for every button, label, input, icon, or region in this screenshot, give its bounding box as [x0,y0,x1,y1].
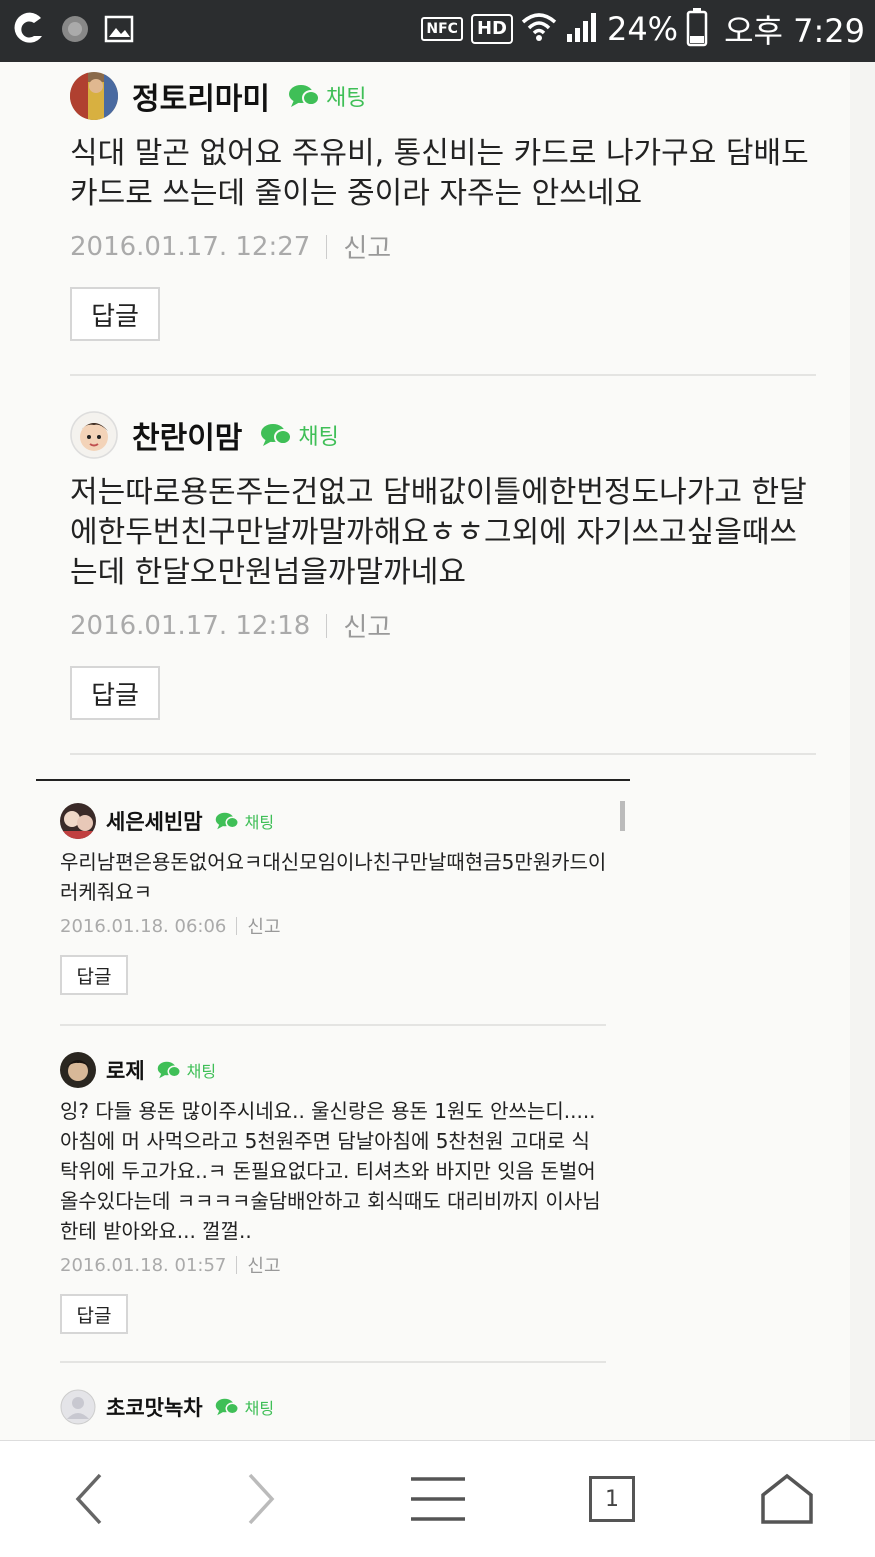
author-name[interactable]: 로제 [106,1055,145,1085]
browser-bottom-bar: 1 [0,1440,875,1557]
menu-button[interactable] [378,1441,498,1557]
app-notification-icon [8,10,46,52]
chat-label: 채팅 [244,813,275,832]
author-name[interactable]: 세은세빈맘 [106,806,203,836]
chat-link[interactable]: 채팅 [157,1058,216,1082]
chat-label: 채팅 [244,1399,275,1418]
chat-link[interactable]: 채팅 [260,419,339,451]
tabs-icon: 1 [589,1476,635,1522]
chat-bubble-icon [261,424,293,446]
avatar[interactable] [70,411,118,459]
reply-button[interactable]: 답글 [60,955,128,995]
comment-list: 정토리마미 채팅 식대 말곤 없어요 주유비, 통신비는 카드로 나가구요 담배… [0,62,850,1440]
wifi-icon [521,12,557,46]
report-link[interactable]: 신고 [247,1252,280,1278]
chat-bubble-icon [157,1061,181,1079]
meta-divider [326,613,328,638]
comment-item: 초코맛녹차 채팅 [60,1389,610,1425]
comment-date: 2016.01.18. 01:57 [60,1254,227,1276]
comment-date: 2016.01.17. 12:27 [70,231,311,262]
comment-item: 로제 채팅 잉? 다들 용돈 많이주시네요.. 울신랑은 용돈 1원도 안쓰는디… [60,1052,610,1334]
chevron-left-icon [75,1473,102,1525]
avatar[interactable] [60,1052,96,1088]
avatar[interactable] [60,803,96,839]
comment-item: 정토리마미 채팅 식대 말곤 없어요 주유비, 통신비는 카드로 나가구요 담배… [70,72,830,341]
chat-label: 채팅 [326,86,367,111]
comment-text: 식대 말곤 없어요 주유비, 통신비는 카드로 나가구요 담배도 카드로 쓰는데… [70,136,809,211]
avatar[interactable] [60,1389,96,1425]
chat-label: 채팅 [298,425,339,450]
reply-button[interactable]: 답글 [70,287,160,341]
chat-link[interactable]: 채팅 [215,809,274,833]
comment-divider [70,374,816,376]
comment-divider [60,1024,606,1026]
chat-label: 채팅 [186,1062,217,1081]
comment-date: 2016.01.17. 12:18 [70,610,311,641]
hd-voice-icon: HD [470,14,513,44]
image-notification-icon [104,14,134,48]
battery-percent: 24% [606,10,679,48]
clock: 오후 7:29 [724,12,865,50]
chat-bubble-icon [289,85,320,107]
meta-divider [236,1256,238,1274]
author-name[interactable]: 찬란이맘 [132,413,242,457]
home-icon [761,1473,813,1524]
chat-link[interactable]: 채팅 [288,80,366,112]
author-name[interactable]: 정토리마미 [132,74,270,118]
menu-icon [411,1477,465,1521]
status-bar: NFC HD 24% 오후 7:29 [0,0,875,62]
chevron-right-icon [248,1473,275,1525]
comment-divider [70,753,816,755]
report-link[interactable]: 신고 [343,228,391,265]
chat-bubble-icon [215,1398,239,1416]
chat-link[interactable]: 채팅 [215,1395,274,1419]
reply-button[interactable]: 답글 [60,1294,128,1334]
tabs-button[interactable]: 1 [552,1441,672,1557]
chat-bubble-icon [215,812,239,830]
meta-divider [236,917,238,935]
comment-text: 우리남편은용돈없어요ㅋ대신모임이나친구만날때현금5만원카드이러케줘요ㅋ [60,850,607,904]
comment-text: 저는따로용돈주는건없고 담배값이틀에한번정도나가고 한달에한두번친구만날까말까해… [70,475,807,590]
forward-button[interactable] [202,1441,322,1557]
nfc-icon: NFC [421,17,463,41]
avatar[interactable] [70,72,118,120]
embedded-comment-frame[interactable]: 세은세빈맘 채팅 우리남편은용돈없어요ㅋ대신모임이나친구만날때현금5만원카드이러… [36,779,630,1440]
meta-divider [326,234,328,259]
battery-icon [686,7,708,51]
back-button[interactable] [28,1441,148,1557]
author-name[interactable]: 초코맛녹차 [106,1392,203,1422]
comment-date: 2016.01.18. 06:06 [60,915,227,937]
home-button[interactable] [727,1441,847,1557]
comment-text: 잉? 다들 용돈 많이주시네요.. 울신랑은 용돈 1원도 안쓰는디..... … [60,1099,601,1243]
signal-icon [565,10,599,48]
report-link[interactable]: 신고 [343,607,391,644]
comment-item: 찬란이맘 채팅 저는따로용돈주는건없고 담배값이틀에한번정도나가고 한달에한두번… [70,411,830,720]
comment-divider [60,1361,606,1363]
report-link[interactable]: 신고 [247,913,280,939]
tab-count: 1 [605,1486,619,1512]
comment-item: 세은세빈맘 채팅 우리남편은용돈없어요ㅋ대신모임이나친구만날때현금5만원카드이러… [60,803,610,995]
web-page[interactable]: 정토리마미 채팅 식대 말곤 없어요 주유비, 통신비는 카드로 나가구요 담배… [0,62,875,1440]
scrollbar[interactable] [620,801,625,831]
reply-button[interactable]: 답글 [70,666,160,720]
record-notification-icon [60,14,90,48]
